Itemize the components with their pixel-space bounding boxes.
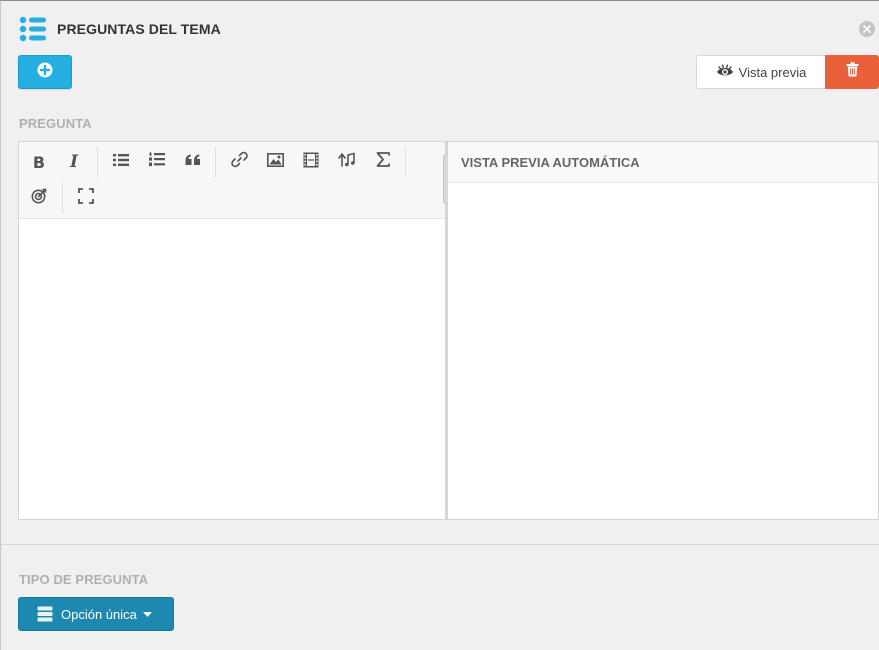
- question-editor: B I VISTA PREVIA AUTOMÁTICA: [18, 141, 879, 520]
- section-divider: [1, 544, 879, 545]
- sigma-icon: [376, 152, 390, 172]
- link-icon: [230, 151, 248, 173]
- unordered-list-button[interactable]: [106, 147, 136, 177]
- panel-header: PREGUNTAS DEL TEMA: [19, 15, 221, 43]
- question-type-dropdown[interactable]: Opción única: [18, 597, 174, 631]
- image-button[interactable]: [260, 147, 290, 177]
- fullscreen-button[interactable]: [71, 183, 101, 213]
- questions-panel: PREGUNTAS DEL TEMA Vista previa PREGUNTA…: [0, 0, 879, 650]
- chevron-down-icon: [142, 611, 152, 617]
- live-preview-pane: VISTA PREVIA AUTOMÁTICA: [448, 142, 878, 519]
- editor-toolbar: B I: [19, 142, 446, 219]
- target-icon: [31, 187, 48, 209]
- link-button[interactable]: [224, 147, 254, 177]
- film-icon: [303, 152, 319, 173]
- toolbar-divider: [97, 147, 98, 177]
- target-button[interactable]: [24, 183, 54, 213]
- question-type-value: Opción única: [61, 606, 137, 622]
- add-question-button[interactable]: [18, 55, 72, 89]
- editor-input-pane[interactable]: B I: [19, 142, 446, 519]
- question-text-area[interactable]: [19, 220, 446, 519]
- preview-button[interactable]: Vista previa: [696, 55, 826, 89]
- toolbar-divider: [62, 183, 63, 213]
- italic-icon: I: [70, 152, 78, 172]
- toolbar-divider: [405, 147, 406, 177]
- italic-button[interactable]: I: [59, 147, 89, 177]
- list-icon: [19, 16, 47, 42]
- question-type-label: TIPO DE PREGUNTA: [19, 572, 149, 587]
- page-title: PREGUNTAS DEL TEMA: [57, 21, 221, 37]
- ordered-list-button[interactable]: [142, 147, 172, 177]
- question-section-label: PREGUNTA: [19, 116, 92, 131]
- preview-button-label: Vista previa: [738, 64, 807, 80]
- toolbar-divider: [215, 147, 216, 177]
- live-preview-header: VISTA PREVIA AUTOMÁTICA: [448, 142, 878, 183]
- fullscreen-icon: [78, 187, 94, 209]
- quote-button[interactable]: [178, 147, 208, 177]
- bold-button[interactable]: B: [24, 147, 54, 177]
- bold-icon: B: [32, 152, 46, 172]
- audio-button[interactable]: [332, 147, 362, 177]
- image-icon: [266, 152, 284, 172]
- stack-icon: [37, 606, 53, 622]
- bullet-list-icon: [113, 153, 129, 172]
- close-icon[interactable]: [859, 21, 875, 37]
- music-icon: [338, 151, 356, 173]
- numbered-list-icon: [149, 152, 165, 172]
- delete-button[interactable]: [825, 55, 879, 89]
- plus-circle-icon: [37, 62, 53, 83]
- trash-icon: [846, 62, 859, 82]
- formula-button[interactable]: [368, 147, 398, 177]
- video-button[interactable]: [296, 147, 326, 177]
- eye-icon: [716, 64, 739, 81]
- quote-icon: [185, 153, 201, 171]
